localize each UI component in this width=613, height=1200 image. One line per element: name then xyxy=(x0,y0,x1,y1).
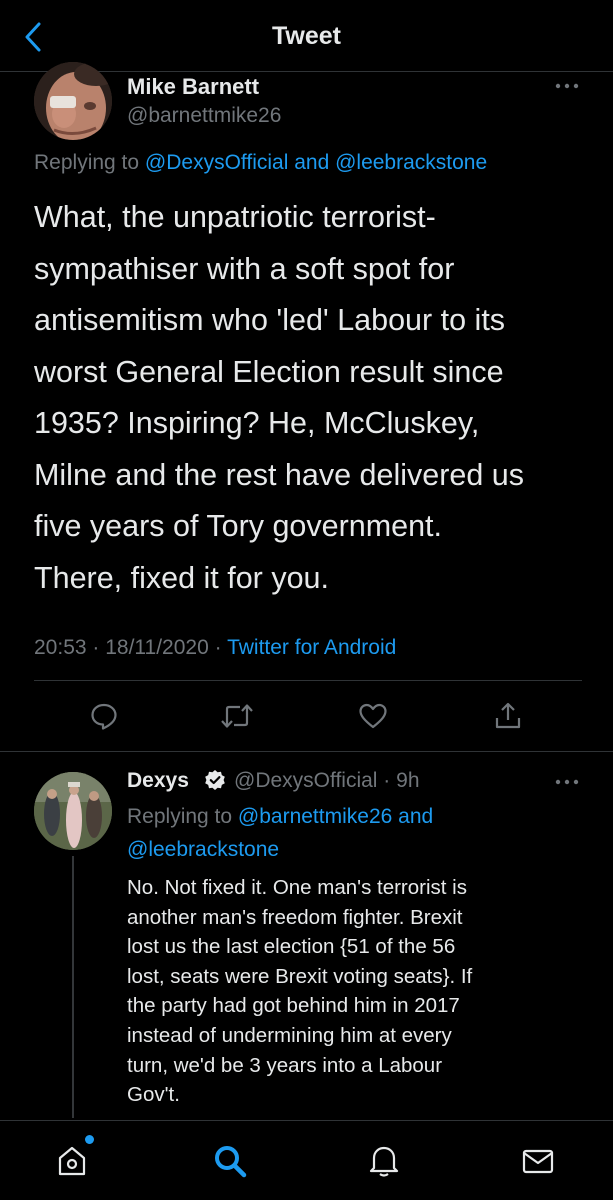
mention-link[interactable]: @DexysOfficial xyxy=(145,151,288,174)
retweet-button[interactable] xyxy=(219,698,255,734)
reply-author-handle[interactable]: @DexysOfficial xyxy=(234,769,377,792)
meta-separator: · xyxy=(86,636,106,659)
verified-badge xyxy=(204,769,226,791)
reply-text-line: Gov't. xyxy=(127,1083,180,1107)
reply-button[interactable] xyxy=(86,698,122,734)
share-button[interactable] xyxy=(490,698,526,734)
reply-time-ago: 9h xyxy=(396,769,420,792)
meta-separator: · xyxy=(208,636,228,659)
like-icon xyxy=(359,703,387,729)
avatar-photo xyxy=(34,772,112,850)
retweet-icon xyxy=(221,704,253,728)
meta-separator: · xyxy=(377,769,397,792)
divider xyxy=(0,751,613,752)
reply-author-name[interactable]: Dexys xyxy=(127,769,189,793)
tweet-text-line: 1935? Inspiring? He, McCluskey, xyxy=(34,406,480,440)
replying-and-text: and xyxy=(392,805,434,828)
reply-text-line: lost, seats were Brexit voting seats}. I… xyxy=(127,964,473,988)
mention-link[interactable]: @leebrackstone xyxy=(127,838,279,861)
tweet-text-line: five years of Tory government. xyxy=(34,509,442,543)
reply-icon xyxy=(91,703,117,730)
tweet-text: What, the unpatriotic terrorist- sympath… xyxy=(34,192,594,604)
tweet-time: 20:53 xyxy=(34,636,87,659)
reply-tweet-text: No. Not fixed it. One man's terrorist is… xyxy=(127,873,597,1110)
search-icon xyxy=(215,1146,247,1178)
reply-text-line: turn, we'd be 3 years into a Labour xyxy=(127,1053,443,1077)
tweet-date: 18/11/2020 xyxy=(105,636,209,659)
home-icon xyxy=(58,1146,86,1176)
verified-badge-icon xyxy=(205,770,225,790)
tweet-text-line: sympathiser with a soft spot for xyxy=(34,251,455,286)
tab-home[interactable] xyxy=(50,1139,94,1183)
messages-icon xyxy=(522,1149,554,1174)
share-icon xyxy=(495,702,521,729)
replying-to-label: Replying to xyxy=(34,151,145,174)
replying-to-line: Replying to @DexysOfficial and @leebrack… xyxy=(34,151,487,175)
notification-dot xyxy=(85,1135,94,1144)
reply-author-avatar[interactable] xyxy=(34,772,112,850)
divider xyxy=(34,680,582,681)
more-horizontal-icon xyxy=(555,779,579,785)
bottom-tab-bar xyxy=(0,1120,613,1200)
reply-text-line: the party had got behind him in 2017 xyxy=(127,994,460,1018)
like-button[interactable] xyxy=(355,698,391,734)
replying-and-text: and xyxy=(288,151,336,174)
avatar-photo xyxy=(34,62,112,140)
reply-replying-to-line: Replying to @barnettmike26 and @leebracks… xyxy=(127,800,567,866)
tab-search[interactable] xyxy=(208,1139,252,1183)
more-options-button[interactable] xyxy=(552,76,582,96)
top-nav-bar: Tweet xyxy=(0,0,613,72)
mention-link[interactable]: @leebrackstone xyxy=(335,151,487,174)
tweet-metadata: 20:53 · 18/11/2020 · Twitter for Android xyxy=(34,636,396,660)
tweet-text-line: There, fixed it for you. xyxy=(34,560,329,595)
mention-link[interactable]: @barnettmike26 xyxy=(238,805,392,828)
reply-handle-line: @DexysOfficial · 9h xyxy=(234,769,420,793)
notifications-icon xyxy=(369,1146,399,1177)
tweet-text-line: What, the unpatriotic terrorist- xyxy=(34,200,436,234)
reply-more-options-button[interactable] xyxy=(552,772,582,792)
more-horizontal-icon xyxy=(555,83,579,89)
thread-connector-line xyxy=(72,856,74,1118)
tweet-source-link[interactable]: Twitter for Android xyxy=(227,636,396,659)
tweet-text-line: worst General Election result since xyxy=(34,354,504,389)
author-avatar[interactable] xyxy=(34,62,112,140)
author-handle[interactable]: @barnettmike26 xyxy=(127,104,281,128)
tab-notifications[interactable] xyxy=(362,1139,406,1183)
reply-text-line: lost us the last election {51 of the 56 xyxy=(127,935,456,959)
reply-text-line: another man's freedom fighter. Brexit xyxy=(127,905,463,929)
tab-messages[interactable] xyxy=(516,1139,560,1183)
reply-text-line: instead of undermining him at every xyxy=(127,1023,452,1047)
replying-to-label: Replying to xyxy=(127,805,238,828)
page-title: Tweet xyxy=(272,22,341,50)
tweet-text-line: antisemitism who 'led' Labour to its xyxy=(34,303,506,337)
author-name[interactable]: Mike Barnett xyxy=(127,74,259,100)
tweet-text-line: Milne and the rest have delivered us xyxy=(34,457,524,492)
reply-text-line: No. Not fixed it. One man's terrorist is xyxy=(127,876,467,899)
